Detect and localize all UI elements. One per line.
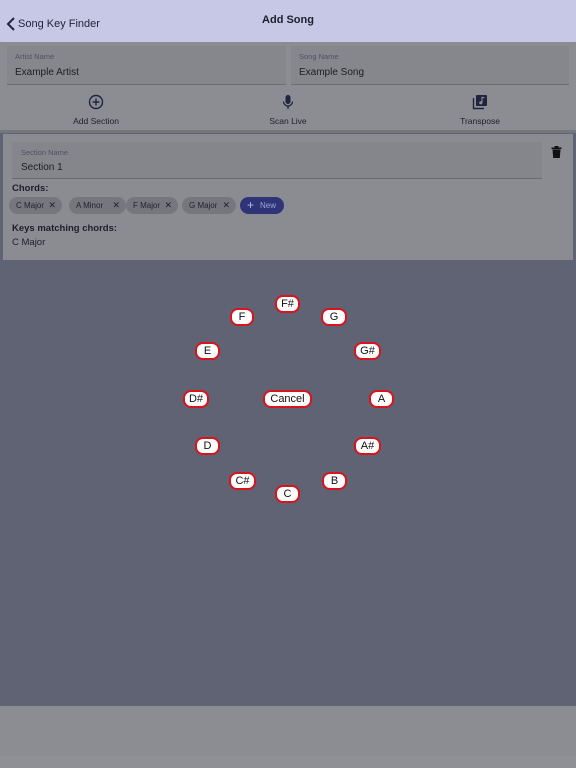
divider xyxy=(0,130,576,133)
new-chord-button[interactable]: + New xyxy=(240,197,284,214)
close-icon[interactable]: ✕ xyxy=(222,197,230,214)
song-name-field[interactable]: Song Name Example Song xyxy=(291,46,569,85)
note-button-d-sharp[interactable]: D# xyxy=(183,390,209,408)
section-card: Section Name Section 1 Chords: C Major ✕… xyxy=(3,134,573,260)
note-button-a-sharp[interactable]: A# xyxy=(354,437,381,455)
chord-chip[interactable]: A Minor ✕ xyxy=(69,197,126,214)
transpose-button[interactable]: Transpose xyxy=(420,92,540,130)
navigation-bar: Song Key Finder Add Song xyxy=(0,0,576,42)
note-button-f-sharp[interactable]: F# xyxy=(275,295,300,313)
page-title: Add Song xyxy=(262,14,314,26)
chord-chip[interactable]: F Major ✕ xyxy=(126,197,178,214)
music-library-icon xyxy=(472,95,487,110)
keys-matching-value: C Major xyxy=(12,237,46,248)
note-button-d[interactable]: D xyxy=(195,437,220,455)
close-icon[interactable]: ✕ xyxy=(48,197,56,214)
section-name-value: Section 1 xyxy=(21,162,63,173)
note-button-c[interactable]: C xyxy=(275,485,300,503)
bottom-bar xyxy=(0,706,576,756)
note-button-e[interactable]: E xyxy=(195,342,220,360)
cancel-button[interactable]: Cancel xyxy=(263,390,312,408)
plus-icon: + xyxy=(247,198,255,212)
add-section-label: Add Section xyxy=(73,116,119,126)
close-icon[interactable]: ✕ xyxy=(164,197,172,214)
action-toolbar: Add Section Scan Live Transpose xyxy=(0,92,576,130)
artist-name-field[interactable]: Artist Name Example Artist xyxy=(7,46,286,85)
microphone-icon xyxy=(282,95,294,109)
chords-label: Chords: xyxy=(12,183,49,194)
note-button-c-sharp[interactable]: C# xyxy=(229,472,256,490)
chord-chip-label: C Major xyxy=(16,201,45,210)
section-name-label: Section Name xyxy=(21,148,69,157)
song-form: Artist Name Example Artist Song Name Exa… xyxy=(0,42,576,130)
chord-chip-label: A Minor xyxy=(76,201,104,210)
note-button-g-sharp[interactable]: G# xyxy=(354,342,381,360)
chord-chip-label: G Major xyxy=(189,201,218,210)
scan-live-label: Scan Live xyxy=(269,116,307,126)
note-button-g[interactable]: G xyxy=(321,308,347,326)
bottom-edge xyxy=(0,756,576,768)
scan-live-button[interactable]: Scan Live xyxy=(228,92,348,130)
chord-chip-label: F Major xyxy=(133,201,161,210)
transpose-label: Transpose xyxy=(460,116,500,126)
note-button-a[interactable]: A xyxy=(369,390,394,408)
close-icon[interactable]: ✕ xyxy=(112,197,120,214)
new-chord-label: New xyxy=(260,201,277,210)
chord-chip[interactable]: G Major ✕ xyxy=(182,197,236,214)
add-section-button[interactable]: Add Section xyxy=(36,92,156,130)
keys-matching-label: Keys matching chords: xyxy=(12,223,118,234)
song-name-label: Song Name xyxy=(299,52,339,61)
song-name-value: Example Song xyxy=(299,67,365,78)
note-button-f[interactable]: F xyxy=(230,308,254,326)
section-name-field[interactable]: Section Name Section 1 xyxy=(12,142,542,179)
artist-name-label: Artist Name xyxy=(15,52,55,61)
chord-chip[interactable]: C Major ✕ xyxy=(9,197,62,214)
trash-icon[interactable] xyxy=(551,146,562,158)
artist-name-value: Example Artist xyxy=(15,67,79,78)
plus-circle-icon xyxy=(88,94,104,110)
note-button-b[interactable]: B xyxy=(322,472,347,490)
